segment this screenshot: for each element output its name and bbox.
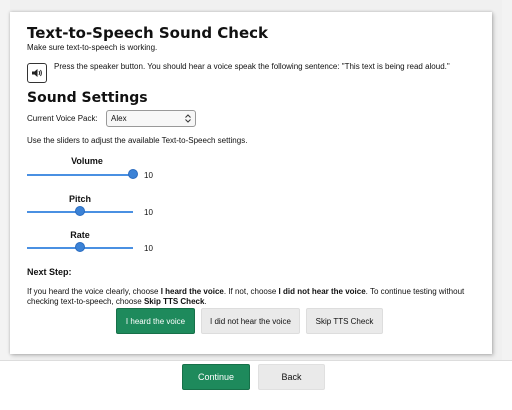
pitch-slider-thumb[interactable] xyxy=(75,206,85,216)
rate-value: 10 xyxy=(144,244,153,253)
volume-value: 10 xyxy=(144,171,153,180)
speaker-instruction: Press the speaker button. You should hea… xyxy=(54,62,450,71)
rate-slider-thumb[interactable] xyxy=(75,242,85,252)
volume-slider-thumb[interactable] xyxy=(128,169,138,179)
next-step-instructions: If you heard the voice clearly, choose I… xyxy=(27,287,465,306)
voice-pack-select[interactable]: Alex xyxy=(106,110,196,127)
settings-heading: Sound Settings xyxy=(27,90,148,106)
pitch-label: Pitch xyxy=(68,194,91,204)
continue-button[interactable]: Continue xyxy=(182,364,250,390)
speaker-icon xyxy=(32,69,42,77)
page-background-right xyxy=(502,0,512,410)
did-not-hear-button[interactable]: I did not hear the voice xyxy=(201,308,300,334)
page-background-left xyxy=(0,0,10,410)
skip-tts-button[interactable]: Skip TTS Check xyxy=(306,308,383,334)
voice-pack-label: Current Voice Pack: xyxy=(27,114,98,123)
footer-bar xyxy=(0,360,512,410)
intro-text: Make sure text-to-speech is working. xyxy=(27,43,158,52)
volume-label: Volume xyxy=(71,156,103,166)
volume-slider-track[interactable] xyxy=(27,174,133,176)
voice-pack-value: Alex xyxy=(111,114,127,123)
next-step-heading: Next Step: xyxy=(27,267,72,277)
heard-voice-button[interactable]: I heard the voice xyxy=(116,308,195,334)
page-title: Text-to-Speech Sound Check xyxy=(27,24,269,42)
back-button[interactable]: Back xyxy=(258,364,325,390)
sliders-info: Use the sliders to adjust the available … xyxy=(27,136,248,145)
pitch-value: 10 xyxy=(144,208,153,217)
chevron-updown-icon xyxy=(185,114,191,123)
sound-check-panel: Text-to-Speech Sound Check Make sure tex… xyxy=(10,12,492,354)
rate-label: Rate xyxy=(70,230,90,240)
speaker-button[interactable] xyxy=(27,63,47,83)
